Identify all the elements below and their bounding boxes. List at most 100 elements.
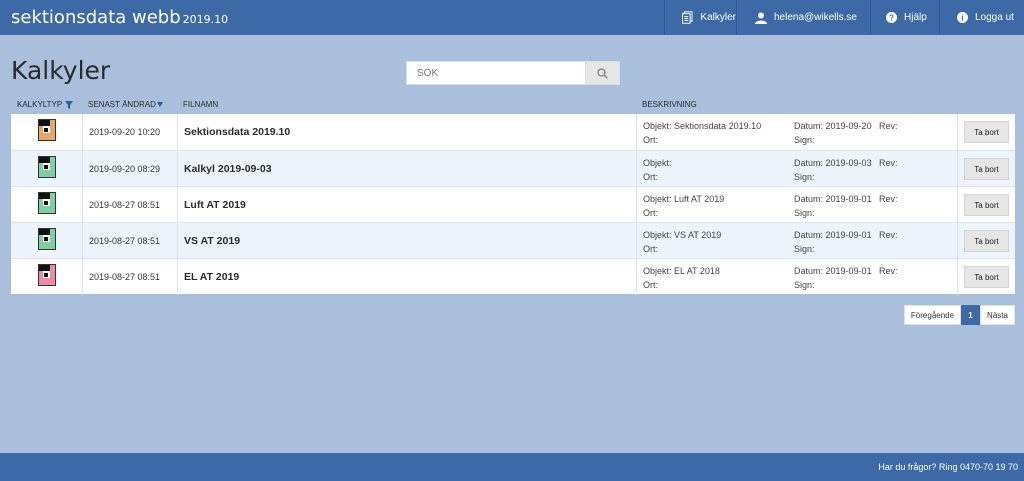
search-input[interactable]	[406, 61, 585, 85]
rev-label: Rev:	[879, 194, 898, 204]
calc-type-green-icon	[37, 155, 56, 183]
date-value: 2019-09-01	[825, 194, 872, 204]
footer-contact: Har du frågor? Ring 0470-70 19 70	[878, 462, 1018, 472]
date-value: 2019-09-01	[825, 230, 872, 240]
calculations-table: 2019-09-20 10:20 Sektionsdata 2019.10 Ob…	[11, 114, 1015, 295]
pagination-next[interactable]: Nästa	[980, 305, 1015, 325]
column-header-filename: FILNAMN	[183, 100, 219, 109]
modified-cell: 2019-09-20 10:20	[83, 114, 178, 150]
table-row[interactable]: 2019-08-27 08:51 EL AT 2019 Objekt: EL A…	[11, 258, 1015, 295]
date-field: Datum: 2019-09-01	[794, 266, 872, 276]
sign-label: Sign:	[794, 135, 815, 145]
search-icon	[597, 67, 608, 79]
modified-cell: 2019-08-27 08:51	[83, 259, 178, 295]
top-bar: sektionsdata webb 2019.10 Kalkyler helena…	[0, 0, 1024, 35]
column-header-modified[interactable]: SENAST ÄNDRAD	[88, 100, 163, 109]
calc-type-green-icon	[37, 227, 56, 255]
calc-type-green-icon	[37, 191, 56, 219]
object-field: Objekt:	[643, 158, 672, 168]
nav-logout[interactable]: i Logga ut	[939, 0, 1024, 35]
place-label: Ort:	[643, 135, 658, 145]
date-field: Datum: 2019-09-01	[794, 230, 872, 240]
nav-calculations[interactable]: Kalkyler	[664, 0, 736, 35]
nav-help[interactable]: ? Hjälp	[870, 0, 939, 35]
date-field: Datum: 2019-09-20	[794, 121, 872, 131]
pagination: Föregående 1 Nästa	[904, 305, 1015, 325]
nav-user[interactable]: helena@wikells.se	[736, 0, 870, 35]
type-cell	[11, 187, 83, 223]
filename-cell[interactable]: EL AT 2019	[178, 259, 637, 295]
column-header-type[interactable]: KALKYLTYP	[17, 100, 74, 109]
nav-calculations-label: Kalkyler	[700, 12, 736, 23]
object-value: Luft AT 2019	[674, 194, 725, 204]
column-header-modified-label: SENAST ÄNDRAD	[88, 100, 156, 109]
action-cell: Ta bort	[958, 259, 1015, 295]
svg-text:?: ?	[889, 14, 894, 23]
footer: Har du frågor? Ring 0470-70 19 70	[0, 453, 1024, 481]
calc-type-pink-icon	[37, 263, 56, 291]
action-cell: Ta bort	[958, 223, 1015, 259]
description-cell: Objekt: Luft AT 2019 Ort: Datum: 2019-09…	[637, 187, 958, 223]
place-label: Ort:	[643, 208, 658, 218]
filename-cell[interactable]: Sektionsdata 2019.10	[178, 114, 637, 150]
type-cell	[11, 259, 83, 295]
modified-cell: 2019-08-27 08:51	[83, 223, 178, 259]
object-value: Sektionsdata 2019.10	[674, 121, 762, 131]
user-icon	[755, 12, 767, 24]
top-nav: Kalkyler helena@wikells.se ? Hjälp i Log…	[664, 0, 1024, 35]
filename-cell[interactable]: Luft AT 2019	[178, 187, 637, 223]
rev-label: Rev:	[879, 121, 898, 131]
table-row[interactable]: 2019-08-27 08:51 Luft AT 2019 Objekt: Lu…	[11, 186, 1015, 223]
date-value: 2019-09-01	[825, 266, 872, 276]
table-row[interactable]: 2019-09-20 10:20 Sektionsdata 2019.10 Ob…	[11, 114, 1015, 150]
action-cell: Ta bort	[958, 187, 1015, 223]
filename-cell[interactable]: VS AT 2019	[178, 223, 637, 259]
svg-text:i: i	[961, 14, 963, 23]
sort-down-icon	[156, 102, 163, 107]
sign-label: Sign:	[794, 244, 815, 254]
nav-user-label: helena@wikells.se	[774, 12, 857, 23]
delete-button[interactable]: Ta bort	[964, 194, 1009, 216]
filename-cell[interactable]: Kalkyl 2019-09-03	[178, 151, 637, 187]
table-row[interactable]: 2019-09-20 08:29 Kalkyl 2019-09-03 Objek…	[11, 150, 1015, 187]
rev-label: Rev:	[879, 158, 898, 168]
pagination-previous[interactable]: Föregående	[904, 305, 961, 325]
question-icon: ?	[886, 12, 897, 23]
search-button[interactable]	[585, 61, 620, 85]
object-value: VS AT 2019	[674, 230, 722, 240]
modified-cell: 2019-09-20 08:29	[83, 151, 178, 187]
date-value: 2019-09-20	[825, 121, 872, 131]
delete-button[interactable]: Ta bort	[964, 266, 1009, 288]
date-field: Datum: 2019-09-01	[794, 194, 872, 204]
page-title: Kalkyler	[11, 56, 111, 85]
object-field: Objekt: Sektionsdata 2019.10	[643, 121, 762, 131]
description-cell: Objekt: Sektionsdata 2019.10 Ort: Datum:…	[637, 114, 958, 150]
type-cell	[11, 114, 83, 150]
pagination-page-1[interactable]: 1	[961, 305, 980, 325]
rev-label: Rev:	[879, 266, 898, 276]
sign-label: Sign:	[794, 280, 815, 290]
search-bar	[406, 61, 620, 85]
description-cell: Objekt: EL AT 2018 Ort: Datum: 2019-09-0…	[637, 259, 958, 295]
delete-button[interactable]: Ta bort	[964, 230, 1009, 252]
app-version: 2019.10	[182, 13, 229, 26]
table-row[interactable]: 2019-08-27 08:51 VS AT 2019 Objekt: VS A…	[11, 222, 1015, 259]
delete-button[interactable]: Ta bort	[964, 121, 1009, 143]
modified-cell: 2019-08-27 08:51	[83, 187, 178, 223]
object-value: EL AT 2018	[674, 266, 720, 276]
filter-icon	[65, 100, 74, 109]
rev-label: Rev:	[879, 230, 898, 240]
description-cell: Objekt: VS AT 2019 Ort: Datum: 2019-09-0…	[637, 223, 958, 259]
document-icon	[682, 11, 693, 24]
info-icon: i	[957, 12, 968, 23]
description-cell: Objekt: Ort: Datum: 2019-09-03 Sign: Rev…	[637, 151, 958, 187]
place-label: Ort:	[643, 244, 658, 254]
sign-label: Sign:	[794, 172, 815, 182]
action-cell: Ta bort	[958, 114, 1015, 150]
nav-help-label: Hjälp	[904, 12, 927, 23]
type-cell	[11, 223, 83, 259]
delete-button[interactable]: Ta bort	[964, 158, 1009, 180]
date-field: Datum: 2019-09-03	[794, 158, 872, 168]
app-brand[interactable]: sektionsdata webb 2019.10	[11, 7, 228, 28]
object-field: Objekt: Luft AT 2019	[643, 194, 725, 204]
